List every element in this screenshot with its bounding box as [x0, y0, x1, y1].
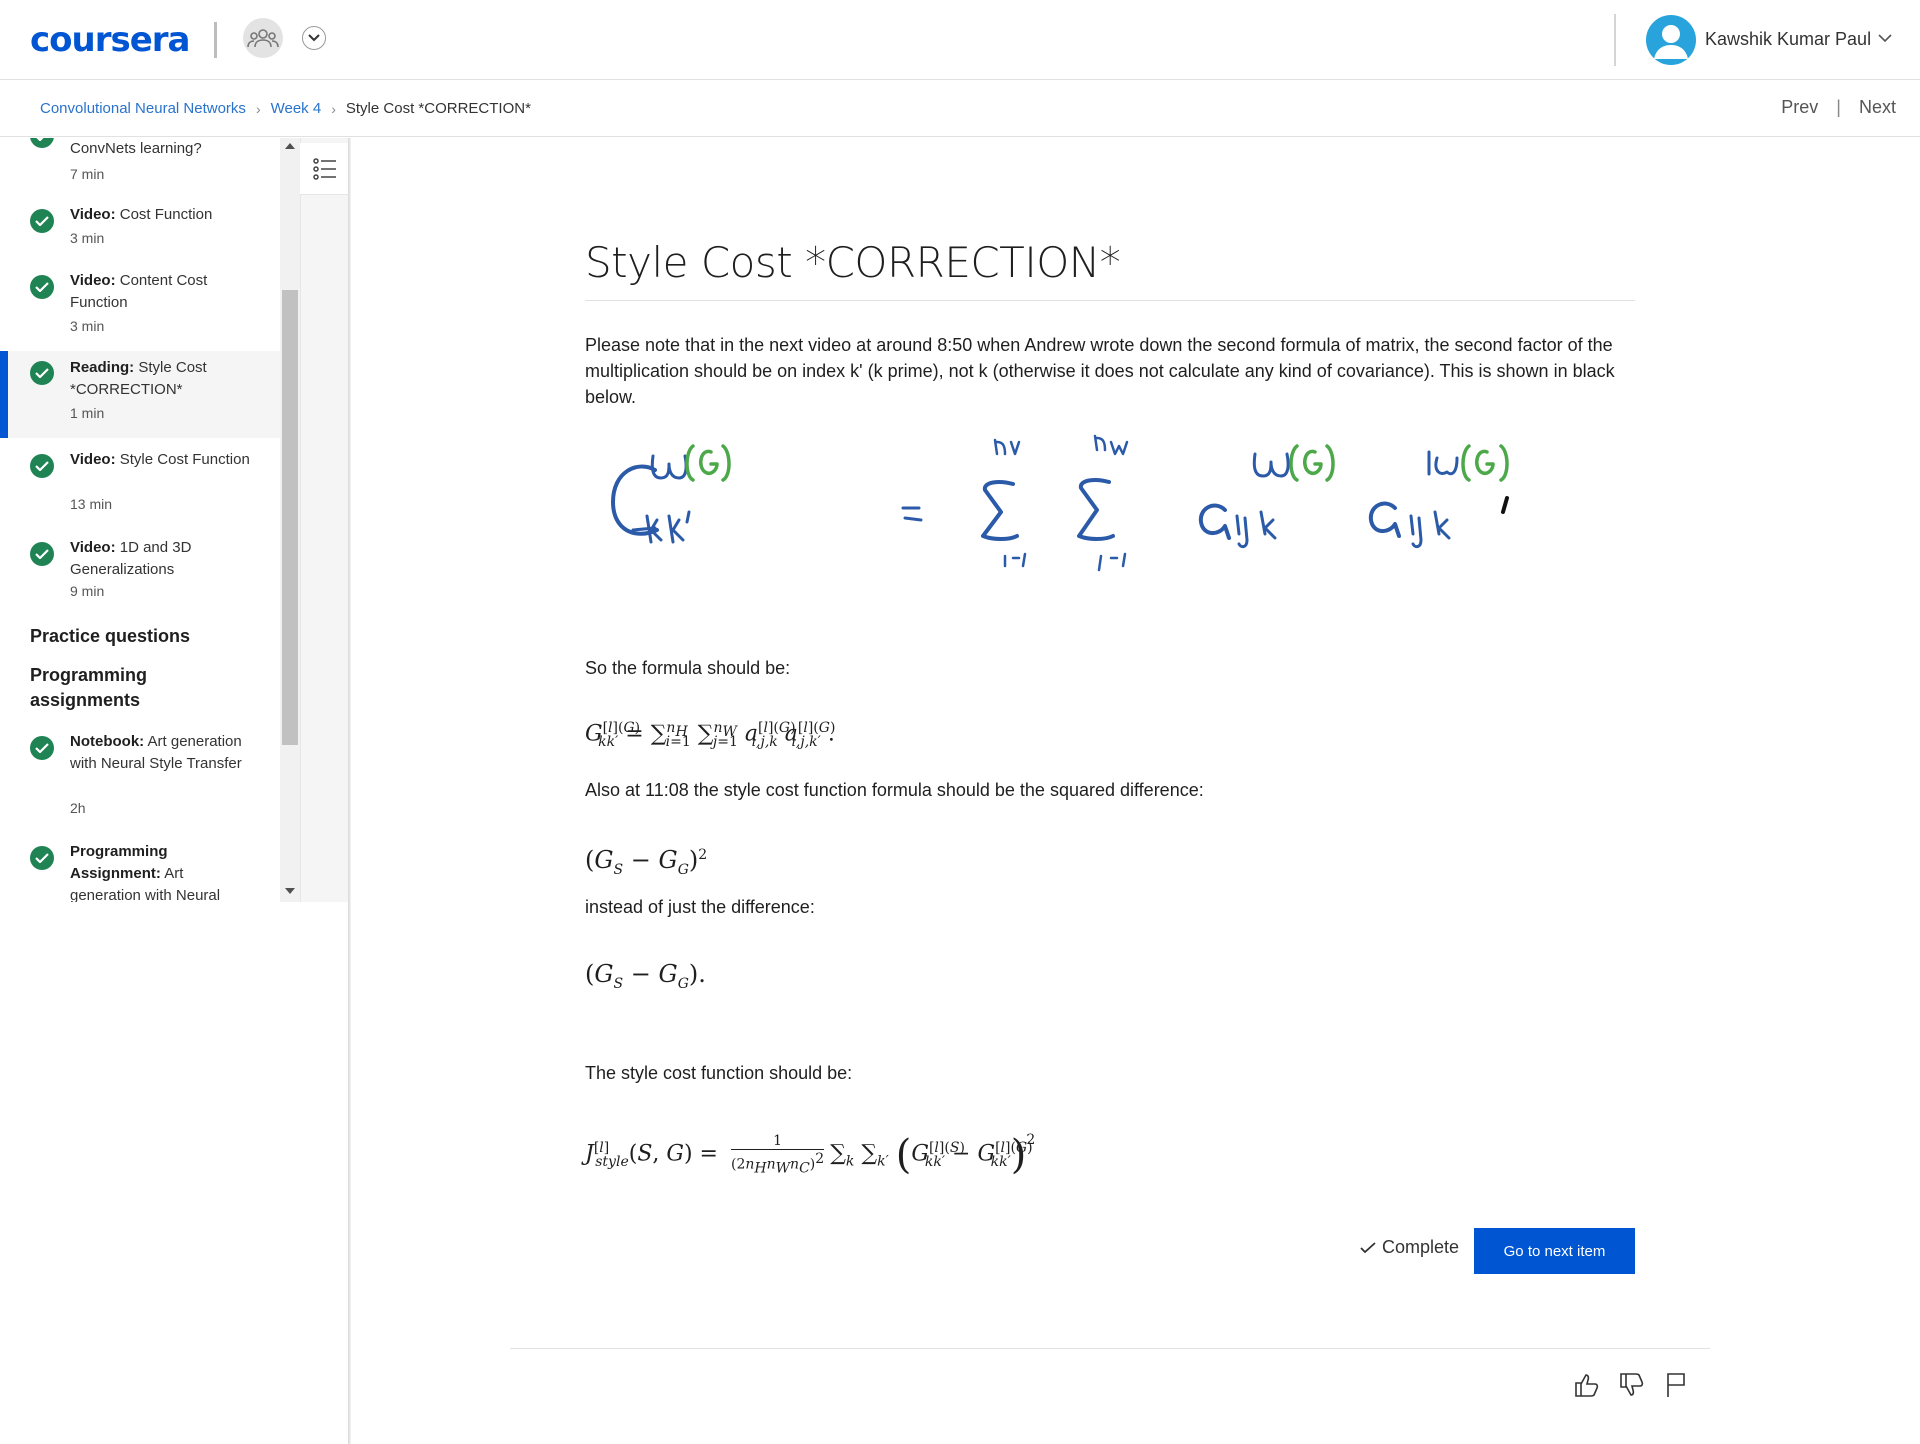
page-title: Style Cost *CORRECTION*	[585, 238, 1121, 287]
next-button[interactable]: Next	[1859, 97, 1896, 118]
prev-next-nav: Prev | Next	[1781, 97, 1896, 118]
go-to-next-item-button[interactable]: Go to next item	[1474, 1228, 1635, 1274]
sidebar-item-duration: 1 min	[70, 405, 105, 421]
chevron-down-icon[interactable]	[1878, 34, 1892, 43]
user-icon	[1654, 25, 1688, 59]
sidebar-item-duration: 3 min	[70, 318, 105, 334]
table-of-contents-button[interactable]	[300, 143, 350, 195]
chevron-right-icon: ›	[255, 100, 261, 117]
sidebar-item-label: Reading: Style Cost *CORRECTION*	[70, 359, 207, 398]
thumbs-up-icon	[1575, 1374, 1599, 1397]
avatar[interactable]	[1646, 15, 1696, 65]
chevron-right-icon: ›	[331, 100, 336, 117]
sidebar-item-label: ConvNets learning?	[70, 140, 202, 157]
title-divider	[585, 300, 1635, 301]
user-name[interactable]: Kawshik Kumar Paul	[1705, 29, 1871, 50]
intro-paragraph: Please note that in the next video at ar…	[585, 335, 1615, 407]
sidebar-item-label: Video: Content Cost Function	[70, 272, 208, 311]
flag-icon	[1667, 1373, 1685, 1397]
sidebar-item-duration: 7 min	[70, 166, 105, 182]
learners-group-button[interactable]	[243, 18, 283, 58]
section-programming-assignments[interactable]: Programming assignments	[30, 663, 250, 713]
sidebar-item-notebook[interactable]: Notebook: Art generation with Neural Sty…	[0, 731, 280, 816]
flag-button[interactable]	[1661, 1370, 1691, 1400]
check-circle-icon	[30, 275, 54, 299]
thumbs-down-icon	[1620, 1373, 1644, 1396]
footer-divider	[510, 1348, 1710, 1349]
thumbs-up-button[interactable]	[1572, 1370, 1602, 1400]
check-circle-icon	[30, 846, 54, 870]
sidebar-item-label: Notebook: Art generation with Neural Sty…	[70, 733, 242, 772]
breadcrumb-current: Style Cost *CORRECTION*	[345, 100, 531, 117]
style-cost-text: The style cost function should be:	[585, 1063, 853, 1083]
check-circle-icon	[30, 454, 54, 478]
sidebar-item-duration: 9 min	[70, 583, 105, 599]
prev-button[interactable]: Prev	[1781, 97, 1818, 118]
sidebar-item-label: Video: Style Cost Function	[70, 451, 250, 468]
sidebar-item-label: Video: Cost Function	[70, 206, 213, 223]
course-sidebar: ConvNets learning? 7 min Video: Cost Fun…	[0, 138, 280, 902]
list-icon	[313, 157, 336, 180]
squared-difference-text: Also at 11:08 the style cost function fo…	[585, 780, 1204, 800]
complete-status: Complete	[1360, 1237, 1459, 1258]
coursera-logo[interactable]: coursera	[30, 18, 190, 62]
section-practice-questions[interactable]: Practice questions	[30, 624, 250, 649]
check-circle-icon	[30, 542, 54, 566]
breadcrumb-bar: Convolutional Neural Networks › Week 4 ›…	[0, 81, 1920, 137]
sidebar-item-label: Programming Assignment: Art generation w…	[70, 843, 221, 902]
sidebar-item-style-cost-function[interactable]: Video: Style Cost Function 13 min	[0, 449, 280, 529]
logo-divider	[214, 22, 217, 58]
scroll-down-arrow-icon[interactable]	[285, 888, 295, 894]
sidebar-item-content-cost[interactable]: Video: Content Cost Function 3 min	[0, 270, 280, 350]
check-circle-icon	[30, 138, 54, 148]
check-circle-icon	[30, 361, 54, 385]
breadcrumb: Convolutional Neural Networks › Week 4 ›…	[40, 100, 531, 117]
sidebar-item-cost-function[interactable]: Video: Cost Function 3 min	[0, 204, 280, 266]
handwritten-formula-image	[611, 434, 1509, 572]
content-divider	[348, 138, 351, 1444]
style-cost-formula: J[l]style(S, G) = 1 (2nHnWnC)2 ∑k ∑k′ ( …	[585, 1132, 1036, 1178]
sidebar-item-duration: 13 min	[70, 496, 113, 512]
sidebar-item-duration: 3 min	[70, 230, 105, 246]
header-divider	[1614, 14, 1616, 66]
sidebar-item-1d-3d[interactable]: Video: 1D and 3D Generalizations 9 min	[0, 537, 280, 617]
formula-intro-text: So the formula should be:	[585, 658, 791, 678]
toc-column	[300, 138, 350, 902]
sidebar-item-programming-assignment[interactable]: Programming Assignment: Art generation w…	[0, 841, 280, 902]
nav-divider: |	[1836, 97, 1841, 117]
sidebar-scrollbar-thumb[interactable]	[282, 290, 298, 745]
sidebar-item-label: Video: 1D and 3D Generalizations	[70, 539, 192, 578]
breadcrumb-course-link[interactable]: Convolutional Neural Networks	[40, 100, 246, 117]
scroll-up-arrow-icon[interactable]	[285, 143, 295, 149]
check-circle-icon	[30, 209, 54, 233]
thumbs-down-button[interactable]	[1617, 1370, 1647, 1400]
top-header: coursera Kawshik Kumar Paul	[0, 0, 1920, 80]
sidebar-item-style-cost-correction[interactable]: Reading: Style Cost *CORRECTION* 1 min	[0, 351, 280, 438]
sidebar-item-duration: 2h	[70, 800, 86, 816]
check-circle-icon	[30, 736, 54, 760]
complete-label: Complete	[1382, 1237, 1460, 1257]
group-icon	[247, 29, 279, 48]
gram-matrix-formula: G[l](G)kk′ = ∑nHi=1 ∑nWj=1 a[l](G)i,j,k …	[585, 720, 836, 750]
breadcrumb-week-link[interactable]: Week 4	[271, 100, 322, 117]
checkmark-icon	[1360, 1241, 1376, 1253]
squared-difference-formula: (GS − GG)2	[585, 846, 708, 878]
instead-text: instead of just the difference:	[585, 897, 815, 917]
difference-formula: (GS − GG).	[585, 960, 706, 992]
group-dropdown-button[interactable]	[302, 26, 326, 50]
chevron-down-icon	[308, 34, 320, 42]
sidebar-item[interactable]: ConvNets learning? 7 min	[0, 138, 280, 194]
